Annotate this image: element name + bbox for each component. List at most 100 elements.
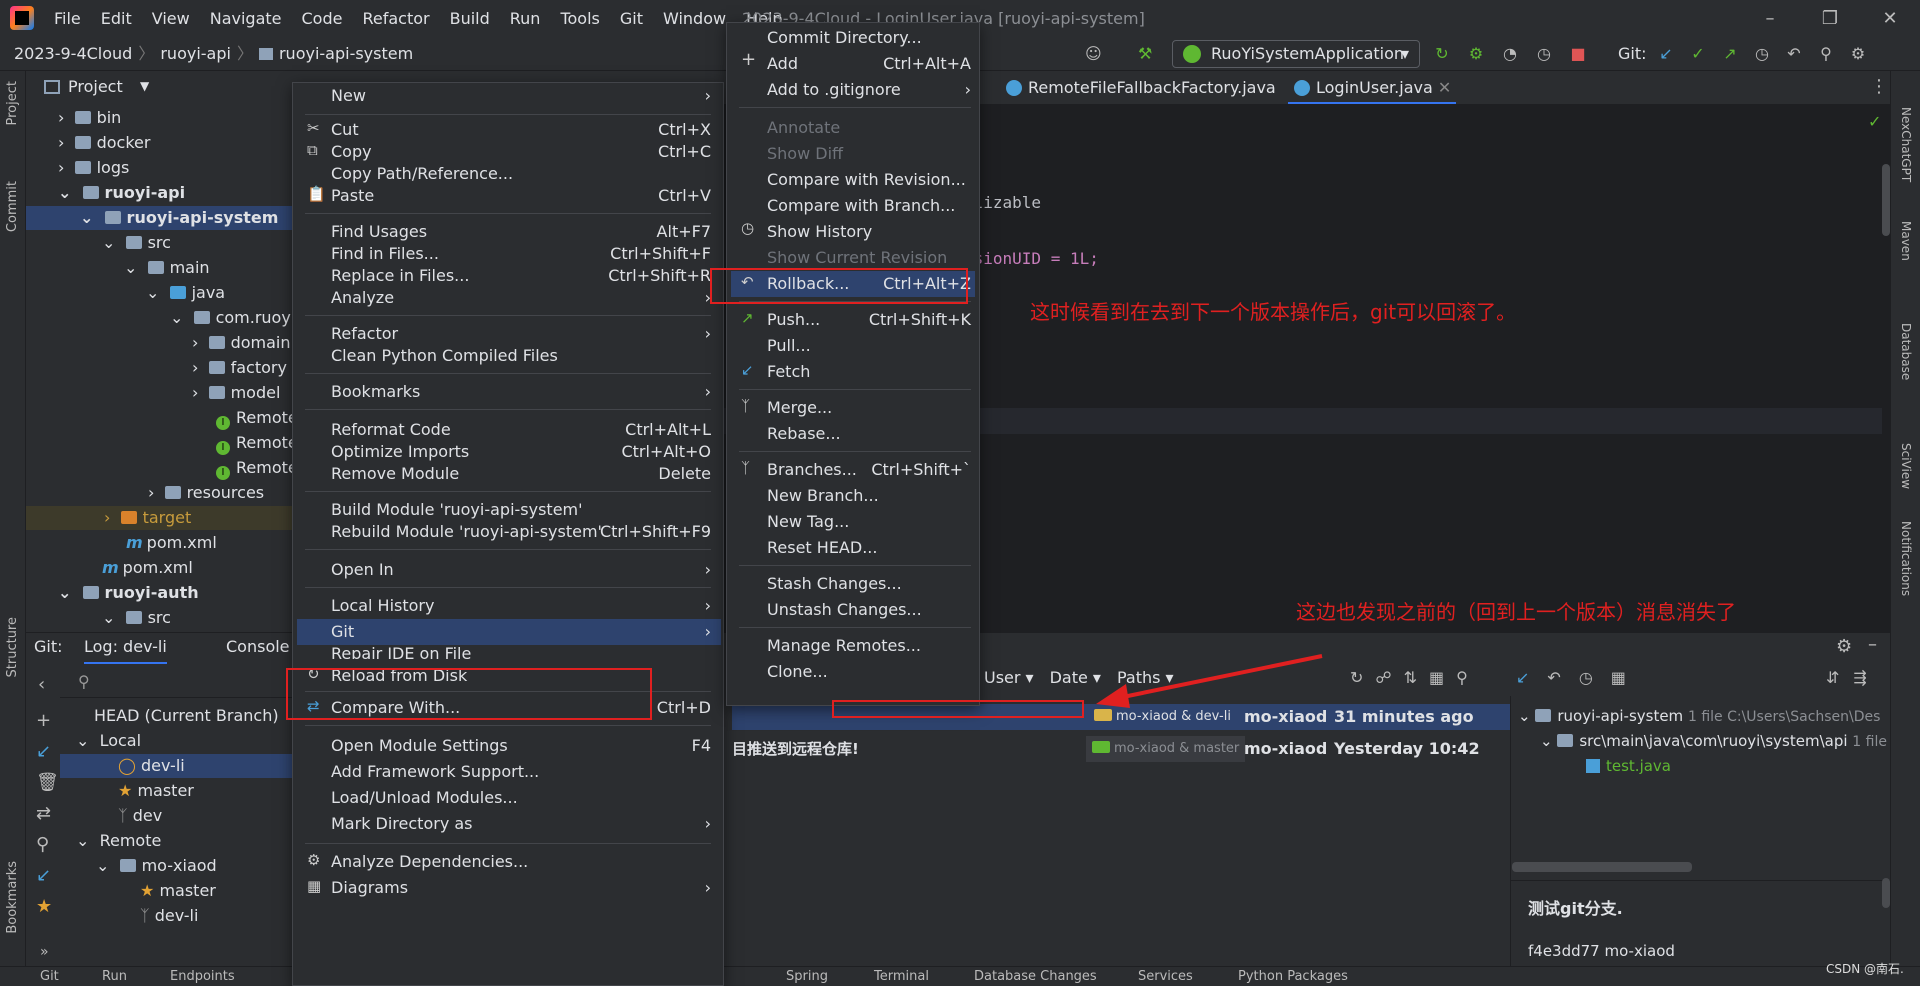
tab-remote-file-fallback[interactable]: RemoteFileFallbackFactory.java ✕: [1000, 71, 1280, 131]
gear-icon[interactable]: ⚙: [1848, 44, 1868, 64]
tree-item[interactable]: m pom.xml: [102, 556, 193, 580]
delete-icon[interactable]: 🗑: [36, 772, 59, 793]
menu-code[interactable]: Code: [292, 0, 353, 37]
menu-item-reset-head[interactable]: Reset HEAD...: [767, 535, 971, 561]
remote-branch-dev-li[interactable]: ᛉ dev-li: [140, 904, 198, 928]
breadcrumb-item[interactable]: ruoyi-api: [160, 37, 231, 71]
commit-message[interactable]: 目推送到远程仓库!: [732, 736, 859, 762]
menu-view[interactable]: View: [142, 0, 200, 37]
branch-dev[interactable]: ᛉ dev: [118, 804, 162, 828]
menu-item-clone[interactable]: Clone...: [767, 659, 971, 685]
menu-file[interactable]: File: [44, 0, 91, 37]
menu-item-push[interactable]: Push... Ctrl+Shift+K: [767, 307, 971, 333]
tree-item[interactable]: ⌄ src: [102, 606, 171, 630]
user-icon[interactable]: ☺: [1085, 44, 1102, 64]
branch-master[interactable]: ★ master: [118, 779, 194, 803]
menu-item-annotate[interactable]: Annotate: [767, 115, 971, 141]
tree-item[interactable]: › domain: [192, 331, 291, 355]
bookmarks-tool-tab[interactable]: Bookmarks: [5, 861, 20, 934]
message-scrollbar[interactable]: [1882, 878, 1890, 908]
remote-branches-group[interactable]: ⌄ Remote: [76, 829, 161, 853]
menu-item-show-history[interactable]: Show History: [767, 219, 971, 245]
tab-console[interactable]: Console: [226, 632, 290, 662]
back-arrow-icon[interactable]: ‹: [38, 674, 45, 695]
menu-item-analyze[interactable]: Analyze ›: [331, 285, 711, 311]
search-icon[interactable]: ⚲: [36, 834, 59, 855]
stop-icon[interactable]: ■: [1568, 44, 1588, 64]
menu-item-new-tag[interactable]: New Tag...: [767, 509, 971, 535]
menu-item-repair-ide[interactable]: Repair IDE on File: [331, 641, 711, 659]
status-database-changes[interactable]: Database Changes: [974, 969, 1097, 984]
menu-window[interactable]: Window: [653, 0, 736, 37]
menu-item-show-diff[interactable]: Show Diff: [767, 141, 971, 167]
project-panel-title[interactable]: Project: [68, 77, 123, 96]
menu-item-open-in[interactable]: Open In ›: [331, 557, 711, 583]
more-icon[interactable]: »: [40, 944, 49, 960]
cherry-pick-icon[interactable]: ☍: [1375, 668, 1391, 687]
add-branch-icon[interactable]: +: [36, 710, 59, 731]
database-tool-tab[interactable]: Database: [1899, 323, 1913, 380]
tree-item[interactable]: I Remote: [216, 406, 298, 430]
menu-item-mark-directory-as[interactable]: Mark Directory as ›: [331, 811, 711, 837]
tree-item[interactable]: m pom.xml: [126, 531, 217, 555]
search-icon[interactable]: ⚲: [1816, 44, 1836, 64]
close-button[interactable]: ✕: [1860, 0, 1920, 37]
menu-item-compare-with-revision[interactable]: Compare with Revision...: [767, 167, 971, 193]
breadcrumb-item[interactable]: 2023-9-4Cloud: [14, 37, 132, 71]
status-python-packages[interactable]: Python Packages: [1238, 969, 1348, 984]
status-services[interactable]: Services: [1138, 969, 1193, 984]
tree-item[interactable]: ⌄ ruoyi-api: [58, 181, 185, 205]
tree-item[interactable]: › logs: [58, 156, 129, 180]
tree-item[interactable]: ⌄ ruoyi-auth: [58, 581, 199, 605]
search-icon[interactable]: ⚲: [1456, 668, 1468, 687]
tree-item[interactable]: › docker: [58, 131, 150, 155]
status-run[interactable]: Run: [102, 969, 127, 984]
changed-directory[interactable]: ⌄ src\main\java\com\ruoyi\system\api 1 f…: [1540, 729, 1887, 753]
tree-item[interactable]: ⌄ com.ruoyi: [170, 306, 295, 330]
menu-item-new-branch[interactable]: New Branch...: [767, 483, 971, 509]
more-tabs-icon[interactable]: ⋮: [1870, 76, 1888, 97]
minimize-button[interactable]: –: [1740, 0, 1800, 37]
maven-tool-tab[interactable]: Maven: [1899, 221, 1913, 261]
nexchatgpt-tool-tab[interactable]: NexChatGPT: [1899, 107, 1913, 182]
gear-icon[interactable]: ⚙: [1836, 636, 1852, 657]
group-by-icon[interactable]: ▦: [1611, 668, 1626, 687]
head-current-branch[interactable]: HEAD (Current Branch): [94, 704, 279, 728]
status-git[interactable]: Git: [40, 969, 59, 984]
remote-branch-master[interactable]: ★ master: [140, 879, 216, 903]
debug-icon[interactable]: ⚙: [1466, 44, 1486, 64]
history-clock-icon[interactable]: ◷: [1579, 668, 1593, 687]
tree-item[interactable]: › target: [26, 506, 292, 530]
tree-item[interactable]: I Remote: [216, 456, 298, 480]
push-arrow-icon[interactable]: ↗: [1720, 44, 1740, 64]
branch-dev-li[interactable]: ◯ dev-li: [60, 754, 292, 778]
menu-edit[interactable]: Edit: [91, 0, 142, 37]
menu-item-analyze-dependencies[interactable]: Analyze Dependencies...: [331, 849, 711, 875]
menu-item-paste[interactable]: Paste Ctrl+V: [331, 183, 711, 209]
commit-tool-tab[interactable]: Commit: [5, 181, 20, 232]
tab-login-user[interactable]: LoginUser.java ✕: [1288, 71, 1456, 105]
details-scrollbar[interactable]: [1512, 862, 1692, 872]
tree-item[interactable]: ⌄ src: [102, 231, 171, 255]
tree-item-selected[interactable]: ⌄ ruoyi-api-system: [26, 206, 292, 230]
menu-tools[interactable]: Tools: [550, 0, 609, 37]
history-clock-icon[interactable]: ◷: [1752, 44, 1772, 64]
revert-icon[interactable]: ↶: [1547, 668, 1560, 687]
breadcrumb-item[interactable]: ruoyi-api-system: [279, 37, 413, 71]
profile-icon[interactable]: ◷: [1534, 44, 1554, 64]
remote-mo-xiaod[interactable]: ⌄ mo-xiaod: [96, 854, 217, 878]
rollback-undo-icon[interactable]: ↶: [1784, 44, 1804, 64]
local-branches-group[interactable]: ⌄ Local: [76, 729, 141, 753]
menu-item-branches[interactable]: Branches... Ctrl+Shift+`: [767, 457, 971, 483]
coverage-icon[interactable]: ◔: [1500, 44, 1520, 64]
collapse-all-icon[interactable]: ⇶: [1853, 668, 1866, 687]
menu-git[interactable]: Git: [610, 0, 653, 37]
menu-item-new[interactable]: New ›: [331, 83, 711, 109]
changed-module[interactable]: ⌄ ruoyi-api-system 1 file C:\Users\Sachs…: [1518, 704, 1880, 728]
menu-item-load-unload-modules[interactable]: Load/Unload Modules...: [331, 785, 711, 811]
menu-item-pull[interactable]: Pull...: [767, 333, 971, 359]
menu-item-rebuild-module[interactable]: Rebuild Module 'ruoyi-api-system' Ctrl+Sh…: [331, 519, 711, 545]
structure-tool-tab[interactable]: Structure: [5, 617, 20, 677]
menu-item-rebase[interactable]: Rebase...: [767, 421, 971, 447]
expand-all-icon[interactable]: ⇵: [1826, 668, 1839, 687]
